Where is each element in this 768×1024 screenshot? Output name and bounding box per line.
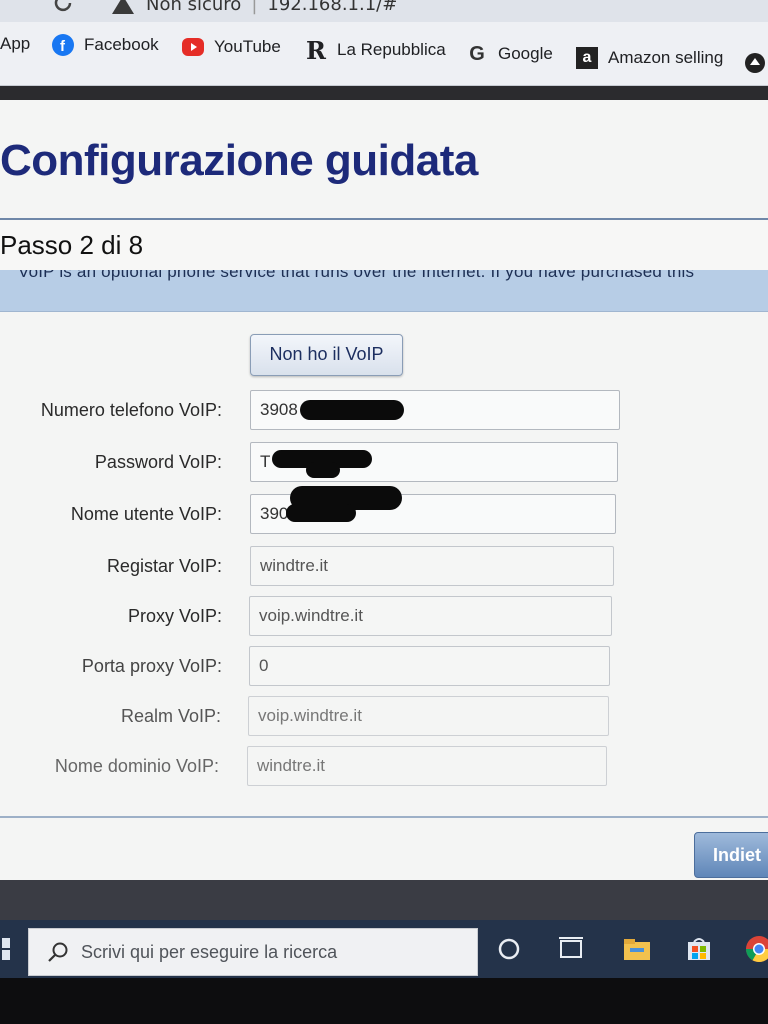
cortana-icon[interactable] xyxy=(494,934,524,964)
task-view-icon[interactable] xyxy=(556,934,586,964)
form-row-username: Nome utente VoIP: 390 xyxy=(0,486,616,534)
realm-label: Realm VoIP: xyxy=(120,706,221,726)
bookmark-youtube[interactable]: YouTube xyxy=(182,36,281,58)
form-row-proxy: Proxy VoIP: voip.windtre.it xyxy=(0,596,612,636)
bookmark-app[interactable]: App xyxy=(0,34,30,54)
bookmark-facebook[interactable]: f Facebook xyxy=(52,34,159,56)
form-row-registrar: Registar VoIP: windtre.it xyxy=(0,546,614,586)
youtube-icon xyxy=(182,36,204,58)
reload-icon[interactable] xyxy=(52,0,74,14)
proxy-port-input[interactable]: 0 xyxy=(249,646,610,686)
registrar-label: Registar VoIP: xyxy=(106,556,222,576)
start-icon[interactable] xyxy=(0,938,10,960)
store-icon[interactable] xyxy=(684,934,714,964)
info-text: VoIP is an optional phone service that r… xyxy=(18,270,695,281)
chrome-icon[interactable] xyxy=(744,934,768,964)
security-label: Non sicuro xyxy=(146,0,242,15)
form-row-domain: Nome dominio VoIP: windtre.it xyxy=(0,746,607,786)
username-label: Nome utente VoIP: xyxy=(70,504,222,524)
phone-label: Numero telefono VoIP: xyxy=(40,400,222,420)
wizard-page: Configurazione guidata Passo 2 di 8 VoIP… xyxy=(0,100,768,880)
bookmark-la-repubblica[interactable]: R La Repubblica xyxy=(305,35,446,65)
warning-icon[interactable] xyxy=(112,0,134,14)
facebook-icon: f xyxy=(52,34,74,56)
extra-bookmark-icon[interactable] xyxy=(744,52,766,74)
info-banner: VoIP is an optional phone service that r… xyxy=(0,270,768,312)
proxy-input[interactable]: voip.windtre.it xyxy=(249,596,612,636)
form-row-password: Password VoIP: T xyxy=(0,442,618,482)
bookmarks-bar: App f Facebook YouTube R La Repubblica G… xyxy=(0,22,768,86)
bookmark-google[interactable]: G Google xyxy=(466,43,553,65)
taskbar-search[interactable]: Scrivi qui per eseguire la ricerca xyxy=(28,928,478,976)
file-explorer-icon[interactable] xyxy=(622,934,652,964)
url-text[interactable]: Non sicuro | 192.168.1.1/# xyxy=(146,0,397,15)
no-voip-button[interactable]: Non ho il VoIP xyxy=(250,334,403,376)
amazon-icon: a xyxy=(576,47,598,69)
proxy-label: Proxy VoIP: xyxy=(127,606,222,626)
domain-label: Nome dominio VoIP: xyxy=(54,756,219,776)
form-row-phone: Numero telefono VoIP: 3908 xyxy=(0,390,620,430)
bookmark-amazon-selling[interactable]: a Amazon selling xyxy=(576,47,723,69)
password-label: Password VoIP: xyxy=(94,452,222,472)
address-bar[interactable]: Non sicuro | 192.168.1.1/# xyxy=(0,0,768,22)
divider xyxy=(0,816,768,818)
realm-input[interactable]: voip.windtre.it xyxy=(248,696,609,736)
domain-input[interactable]: windtre.it xyxy=(247,746,607,786)
taskbar: Scrivi qui per eseguire la ricerca xyxy=(0,920,768,978)
redaction-mark xyxy=(300,400,404,420)
screen-bezel xyxy=(0,978,768,1024)
repubblica-icon: R xyxy=(306,35,326,65)
search-placeholder: Scrivi qui per eseguire la ricerca xyxy=(81,942,338,962)
redaction-mark xyxy=(286,504,356,522)
form-row-realm: Realm VoIP: voip.windtre.it xyxy=(0,696,609,736)
back-button[interactable]: Indiet xyxy=(694,832,768,878)
page-title: Configurazione guidata xyxy=(0,136,478,185)
proxy-port-label: Porta proxy VoIP: xyxy=(81,656,222,676)
registrar-input[interactable]: windtre.it xyxy=(250,546,614,586)
step-indicator: Passo 2 di 8 xyxy=(0,230,144,260)
step-header: Passo 2 di 8 xyxy=(0,220,768,272)
url: 192.168.1.1/# xyxy=(267,0,398,15)
page-footer-band xyxy=(0,880,768,920)
form-row-proxy-port: Porta proxy VoIP: 0 xyxy=(0,646,610,686)
google-icon: G xyxy=(469,42,485,65)
search-icon xyxy=(48,942,68,962)
redaction-mark xyxy=(306,462,340,478)
